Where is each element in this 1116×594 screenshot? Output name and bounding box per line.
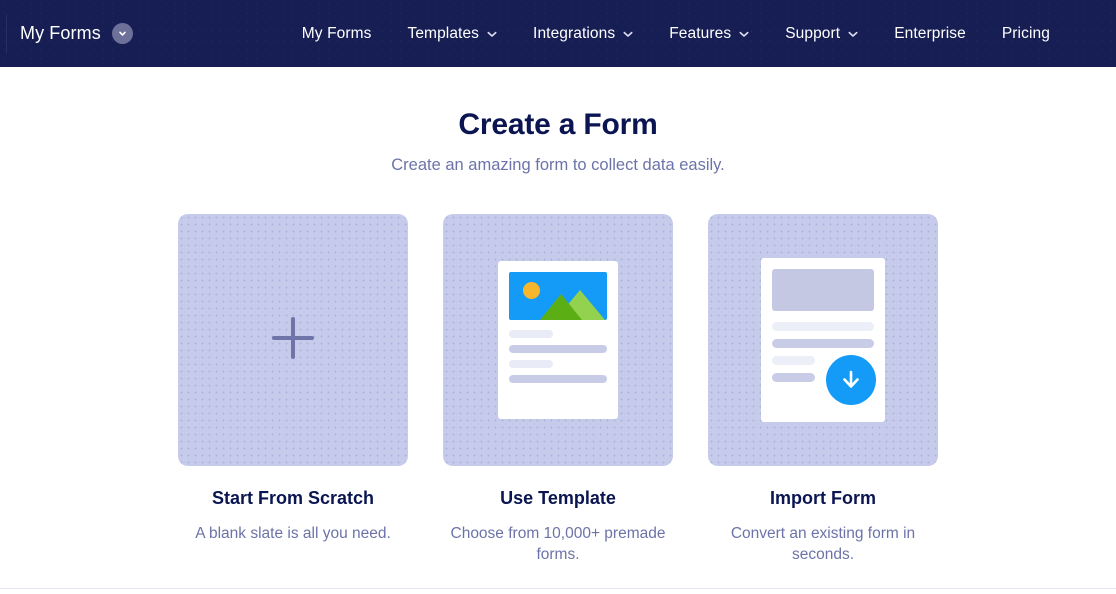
document-with-image-icon <box>498 261 618 419</box>
placeholder-bar <box>772 356 815 365</box>
nav-item-label: Templates <box>407 24 480 42</box>
text-placeholder-bars <box>509 330 607 383</box>
document-header-block <box>772 269 874 311</box>
nav-item-enterprise[interactable]: Enterprise <box>876 17 984 51</box>
card-title: Start From Scratch <box>211 488 375 508</box>
placeholder-bar <box>509 345 607 353</box>
placeholder-bar <box>509 360 553 368</box>
card-title: Use Template <box>500 488 616 508</box>
top-navigation-bar: My Forms My Forms Templates Integrations <box>0 0 1116 67</box>
nav-item-label: Pricing <box>1001 24 1050 42</box>
placeholder-bar <box>772 339 874 348</box>
chevron-down-icon <box>739 25 749 43</box>
nav-item-pricing[interactable]: Pricing <box>984 17 1068 51</box>
card-start-from-scratch[interactable]: Start From Scratch A blank slate is all … <box>178 214 408 566</box>
page-bottom-divider <box>0 588 1116 589</box>
nav-item-label: Features <box>669 24 732 42</box>
mountain-front-shape <box>540 294 582 320</box>
card-tile-start-from-scratch[interactable] <box>178 214 408 466</box>
plus-icon <box>265 310 321 371</box>
nav-item-label: Support <box>785 24 841 42</box>
nav-item-features[interactable]: Features <box>651 17 767 51</box>
placeholder-bar <box>509 375 607 383</box>
nav-item-label: Enterprise <box>894 24 966 42</box>
create-form-page: Create a Form Create an amazing form to … <box>0 67 1116 594</box>
card-use-template[interactable]: Use Template Choose from 10,000+ premade… <box>443 214 673 566</box>
card-import-form[interactable]: Import Form Convert an existing form in … <box>708 214 938 566</box>
nav-item-label: My Forms <box>301 24 372 42</box>
card-title: Import Form <box>770 488 876 508</box>
chevron-down-icon <box>487 25 497 43</box>
nav-item-templates[interactable]: Templates <box>389 17 515 51</box>
document-download-icon <box>761 258 885 422</box>
nav-item-integrations[interactable]: Integrations <box>515 17 651 51</box>
placeholder-bar <box>772 322 874 331</box>
card-tile-use-template[interactable] <box>443 214 673 466</box>
placeholder-bar <box>772 373 815 382</box>
nav-item-support[interactable]: Support <box>767 17 876 51</box>
chevron-down-icon <box>848 25 858 43</box>
download-arrow-icon <box>826 355 876 405</box>
page-subtitle: Create an amazing form to collect data e… <box>391 156 725 174</box>
nav-item-my-forms[interactable]: My Forms <box>284 17 390 51</box>
card-tile-import-form[interactable] <box>708 214 938 466</box>
navbar-left-divider <box>6 14 7 53</box>
create-options-grid: Start From Scratch A blank slate is all … <box>0 214 1116 566</box>
sun-icon <box>523 282 540 299</box>
brand-label: My Forms <box>20 23 101 43</box>
brand-my-forms-dropdown[interactable]: My Forms <box>20 23 133 44</box>
chevron-down-icon[interactable] <box>111 23 133 44</box>
photo-placeholder-icon <box>509 272 607 320</box>
nav-item-label: Integrations <box>533 24 616 42</box>
card-description: Choose from 10,000+ premade forms. <box>450 525 666 563</box>
chevron-down-icon <box>623 25 633 43</box>
page-title: Create a Form <box>458 108 658 141</box>
placeholder-bar <box>509 330 553 338</box>
card-description: A blank slate is all you need. <box>195 525 391 542</box>
main-nav-menu: My Forms Templates Integrations Features <box>284 17 1068 51</box>
card-description: Convert an existing form in seconds. <box>730 525 916 563</box>
